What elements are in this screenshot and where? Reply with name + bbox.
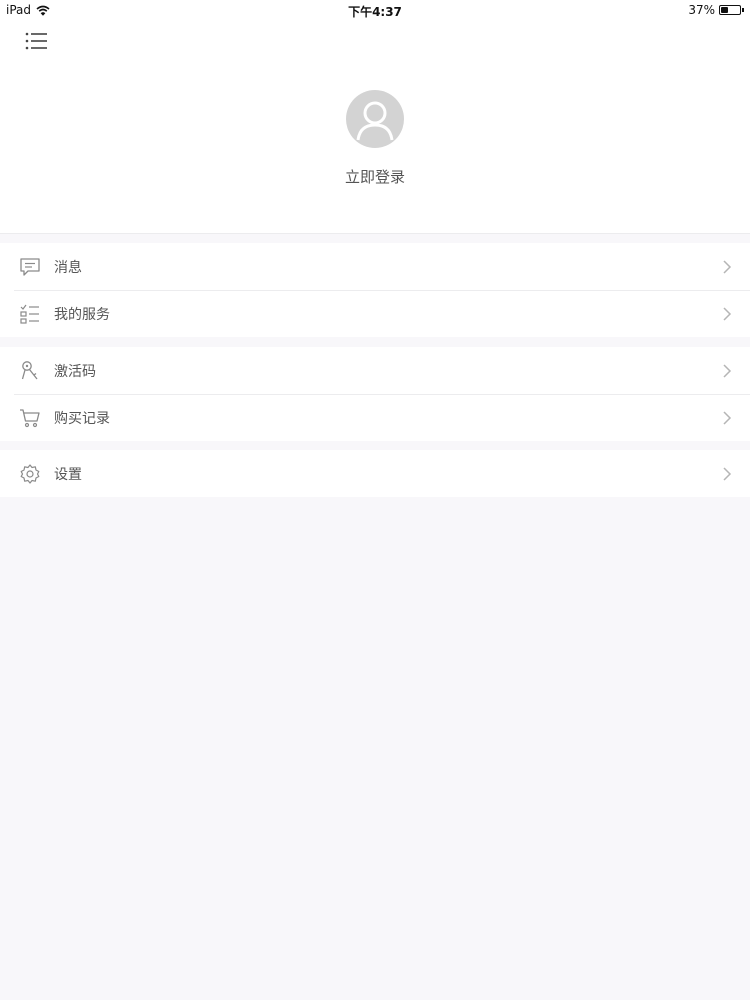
menu-item-label: 购买记录	[54, 411, 110, 427]
menu-item-label: 设置	[54, 467, 82, 483]
profile-screen: iPad 下午4:37 37% 立即登录 消息 我的服务 激活码 购买记录 设置	[0, 0, 750, 1000]
menu-item-messages[interactable]: 消息	[0, 243, 750, 290]
chevron-right-icon	[723, 364, 732, 378]
menu-item-label: 消息	[54, 260, 82, 276]
menu-item-purchase-history[interactable]: 购买记录	[0, 394, 750, 441]
menu-item-services[interactable]: 我的服务	[0, 290, 750, 337]
chevron-right-icon	[723, 411, 732, 425]
menu-group-1: 消息 我的服务	[0, 243, 750, 337]
menu-group-3: 设置	[0, 450, 750, 497]
battery-fill	[721, 7, 728, 13]
checklist-icon	[20, 304, 39, 324]
chevron-right-icon	[723, 467, 732, 481]
status-right: 37%	[688, 3, 744, 17]
chevron-right-icon	[723, 307, 732, 321]
chevron-right-icon	[723, 260, 732, 274]
profile-header: 立即登录	[0, 20, 750, 234]
hamburger-menu-icon	[25, 32, 47, 50]
login-link[interactable]: 立即登录	[0, 166, 750, 187]
menu-item-label: 我的服务	[54, 307, 110, 323]
menu-item-activation-code[interactable]: 激活码	[0, 347, 750, 394]
battery-icon	[719, 5, 741, 15]
battery-percent: 37%	[688, 3, 715, 17]
chat-bubble-icon	[20, 258, 40, 276]
menu-item-settings[interactable]: 设置	[0, 450, 750, 497]
menu-group-2: 激活码 购买记录	[0, 347, 750, 441]
battery-tip	[742, 8, 744, 12]
cart-icon	[20, 409, 40, 428]
key-icon	[21, 361, 38, 380]
menu-button[interactable]	[22, 30, 52, 52]
status-bar: iPad 下午4:37 37%	[0, 0, 750, 20]
avatar[interactable]	[346, 90, 404, 148]
menu-item-label: 激活码	[54, 364, 96, 380]
gear-icon	[20, 464, 40, 484]
user-avatar-icon	[356, 101, 394, 141]
status-time: 下午4:37	[348, 5, 402, 19]
